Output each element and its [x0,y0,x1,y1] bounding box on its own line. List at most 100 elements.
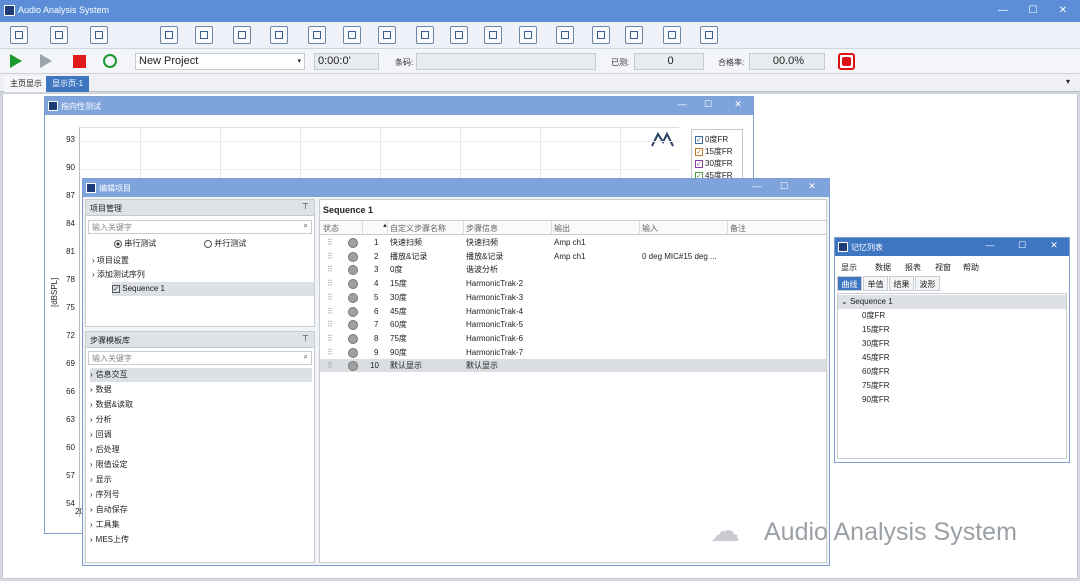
column-header[interactable]: 备注 [730,223,746,234]
sequence-row[interactable]: ⠿ 5 30度 HarmonicTrak-3 [320,291,826,304]
step-template-item[interactable]: › 数据 [90,383,112,397]
chevron-down-icon[interactable]: ▾ [1066,77,1070,86]
legend-entry[interactable]: ✓ 30度FR [695,158,733,169]
record-item[interactable]: 75度FR [862,380,890,391]
record-item[interactable]: 30度FR [862,338,890,349]
record-root[interactable]: ⌄ Sequence 1 [838,295,1066,309]
step-template-item[interactable]: › 显示 [90,473,112,487]
step-template-item[interactable]: › MES上传 [90,533,129,547]
add-icon[interactable] [90,26,108,44]
sequence-row[interactable]: ⠿ 7 60度 HarmonicTrak-5 [320,318,826,331]
minimize-button[interactable]: — [750,181,764,191]
menu-item[interactable]: 显示 [841,262,857,273]
close-button[interactable]: ✕ [731,99,745,110]
run-icon[interactable] [10,54,22,68]
record-item[interactable]: 45度FR [862,352,890,363]
pulse-icon[interactable] [519,26,537,44]
checkbox-icon[interactable]: ✓ [112,284,120,293]
close-button[interactable]: ✕ [805,181,819,192]
legend-entry[interactable]: ✓ 0度FR [695,134,728,145]
settings-icon[interactable] [700,26,718,44]
edit-icon[interactable] [160,26,178,44]
loop-icon[interactable] [103,54,117,68]
balance-icon[interactable] [270,26,288,44]
bluetooth-icon[interactable] [343,26,361,44]
sequence-row[interactable]: ⠿ 1 快速扫频 快速扫频 Amp ch1 [320,236,826,249]
save-icon[interactable] [195,26,213,44]
step-run-icon[interactable] [40,54,52,68]
sequence-row[interactable]: ⠿ 4 15度 HarmonicTrak-2 [320,277,826,290]
eye-icon[interactable] [450,26,468,44]
column-header[interactable]: 输入 [642,223,658,234]
column-header[interactable]: 自定义步骤名称 [390,223,446,234]
step-template-item[interactable]: › 信息交互 [90,368,312,382]
minimize-button[interactable]: — [996,4,1010,18]
pin-icon[interactable]: ⊤ [302,202,309,211]
column-header[interactable]: 输出 [554,223,570,234]
drag-handle-icon[interactable]: ⠿ [327,359,333,372]
checkbox-icon[interactable]: ✓ [695,135,703,144]
sequence-row[interactable]: ⠿ 10 默认显示 默认显示 [320,359,826,373]
close-button[interactable]: ✕ [1056,4,1070,18]
record-tab[interactable]: 曲线 [837,276,862,291]
barcode-input[interactable] [416,53,596,70]
step-template-item[interactable]: › 后处理 [90,443,120,457]
maximize-button[interactable]: ☐ [1015,240,1029,251]
sine-icon[interactable] [484,26,502,44]
record-item[interactable]: 15度FR [862,324,890,335]
drag-handle-icon[interactable]: ⠿ [327,332,333,345]
record-item[interactable]: 90度FR [862,394,890,405]
menu-item[interactable]: 数据 [875,262,891,273]
drag-handle-icon[interactable]: ⠿ [327,346,333,359]
checkbox-icon[interactable]: ✓ [695,147,703,156]
chat-icon[interactable] [663,26,681,44]
drag-handle-icon[interactable]: ⠿ [327,236,333,249]
keyboard-icon[interactable] [308,26,326,44]
meter-icon[interactable] [592,26,610,44]
minimize-button[interactable]: — [983,240,997,250]
drag-handle-icon[interactable]: ⠿ [327,291,333,304]
step-template-item[interactable]: › 数据&读取 [90,398,133,412]
checkbox-icon[interactable]: ✓ [695,159,703,168]
tab-home[interactable]: 主页显示 [4,76,48,92]
speaker-icon[interactable] [416,26,434,44]
maximize-button[interactable]: ☐ [701,99,715,110]
drag-handle-icon[interactable]: ⠿ [327,277,333,290]
tree-item-add-sequence[interactable]: › 添加测试序列 [92,268,145,282]
sequence-row[interactable]: ⠿ 3 0度 谐波分析 [320,263,826,276]
user-icon[interactable] [10,26,28,44]
record-tab[interactable]: 单值 [863,276,888,291]
drag-handle-icon[interactable]: ⠿ [327,250,333,263]
project-select[interactable]: New Project ▾ [135,53,305,70]
menu-item[interactable]: 视窗 [935,262,951,273]
tree-item-project-settings[interactable]: › 项目设置 [92,254,129,268]
maximize-button[interactable]: ☐ [777,181,791,192]
sequence-row[interactable]: ⠿ 9 90度 HarmonicTrak-7 [320,346,826,359]
menu-item[interactable]: 报表 [905,262,921,273]
minimize-button[interactable]: — [675,99,689,109]
pin-icon[interactable]: ⊤ [302,334,309,343]
step-template-item[interactable]: › 分析 [90,413,112,427]
step-template-item[interactable]: › 工具集 [90,518,120,532]
record-item[interactable]: 0度FR [862,310,885,321]
tree-item-sequence-1[interactable]: ✓ Sequence 1 [112,282,314,296]
sequence-row[interactable]: ⠿ 2 播放&记录 播放&记录 Amp ch1 0 deg MIC#15 deg ... [320,250,826,263]
step-template-item[interactable]: › 回调 [90,428,112,442]
drag-handle-icon[interactable]: ⠿ [327,305,333,318]
record-tab[interactable]: 波形 [915,276,940,291]
drag-handle-icon[interactable]: ⠿ [327,263,333,276]
target-icon[interactable] [378,26,396,44]
close-button[interactable]: ✕ [1047,240,1061,251]
menu-item[interactable]: 帮助 [963,262,979,273]
project-search-input[interactable]: 输入关键字 ⌕ [88,220,312,234]
step-template-item[interactable]: › 限值设定 [90,458,128,472]
drag-handle-icon[interactable]: ⠿ [327,318,333,331]
stop-icon[interactable] [73,55,86,68]
column-header[interactable]: 步骤信息 [466,223,498,234]
camera-icon[interactable] [233,26,251,44]
list-icon[interactable] [50,26,68,44]
parallel-test-radio[interactable]: 并行测试 [204,237,246,251]
lock-icon[interactable] [625,26,643,44]
step-template-item[interactable]: › 自动保存 [90,503,128,517]
bars-icon[interactable] [556,26,574,44]
